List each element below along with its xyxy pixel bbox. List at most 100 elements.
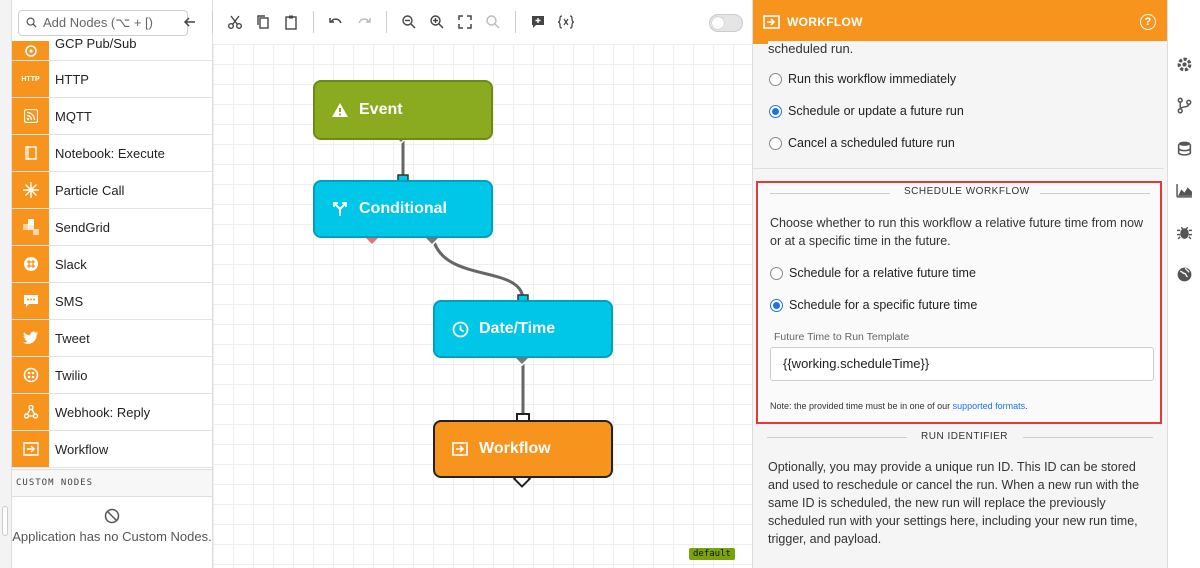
- section-title-line: [1023, 437, 1153, 438]
- panel-resize-handle[interactable]: [2, 506, 8, 536]
- undo-button[interactable]: [324, 10, 348, 34]
- node-palette-item[interactable]: HTTP HTTP: [12, 61, 212, 98]
- node-palette-item[interactable]: Webhook: Reply: [12, 394, 212, 431]
- radio-relative-time[interactable]: Schedule for a relative future time: [770, 266, 976, 280]
- schedule-section-title: SCHEDULE WORKFLOW: [894, 186, 1040, 197]
- node-palette-item-label: GCP Pub/Sub: [55, 36, 137, 51]
- zoom-out-button[interactable]: [397, 10, 421, 34]
- supported-formats-link[interactable]: supported formats: [953, 401, 1026, 411]
- comment-plus-icon: [532, 16, 544, 28]
- workflow-canvas[interactable]: Event Conditional Date/Time Workflow def…: [213, 44, 752, 568]
- zoom-reset-button[interactable]: [481, 10, 505, 34]
- workflow-node[interactable]: Workflow: [433, 420, 613, 478]
- zoom-in-button[interactable]: [425, 10, 449, 34]
- radio-button[interactable]: [769, 72, 782, 86]
- node-palette-item[interactable]: Twilio: [12, 357, 212, 394]
- radio-label: Schedule for a relative future time: [789, 266, 976, 280]
- radio-button[interactable]: [769, 104, 782, 118]
- clock-icon: [451, 320, 469, 338]
- add-nodes-search-input[interactable]: Add Nodes (⌥ + [): [18, 10, 188, 36]
- radio-schedule-future-run[interactable]: Schedule or update a future run: [769, 104, 964, 118]
- bug-icon[interactable]: [1176, 224, 1193, 241]
- radio-button[interactable]: [769, 136, 782, 150]
- variables-button[interactable]: [554, 10, 578, 34]
- paste-button[interactable]: [279, 10, 303, 34]
- event-node-label: Event: [359, 101, 403, 118]
- node-palette-item[interactable]: MQTT: [12, 98, 212, 135]
- custom-nodes-empty-text: Application has no Custom Nodes.: [12, 529, 212, 544]
- node-palette-sidebar: Add Nodes (⌥ + [) GCP Pub/Sub HTTP HTTP MQT…: [12, 0, 213, 568]
- slack-icon: [12, 246, 49, 282]
- datetime-node-label: Date/Time: [479, 320, 556, 337]
- node-palette-item-label: HTTP: [55, 71, 89, 87]
- zoom-out-icon: [402, 15, 416, 29]
- panel-title: WORKFLOW: [787, 15, 863, 29]
- fit-view-button[interactable]: [453, 10, 477, 34]
- radio-button[interactable]: [770, 298, 783, 312]
- database-icon[interactable]: [1176, 140, 1193, 157]
- workflow-icon: [451, 440, 469, 458]
- section-divider: [753, 168, 1164, 169]
- add-comment-button[interactable]: [526, 10, 550, 34]
- event-node[interactable]: Event: [313, 80, 493, 140]
- node-palette-item-label: Slack: [55, 256, 87, 272]
- run-identifier-title: RUN IDENTIFIER: [911, 431, 1018, 442]
- toolbar-divider: [313, 11, 314, 33]
- node-config-panel: WORKFLOW ? scheduled run. Run this workf…: [752, 0, 1167, 568]
- note-text: Note: the provided time must be in one o…: [770, 401, 953, 411]
- node-palette-item[interactable]: GCP Pub/Sub: [12, 36, 212, 61]
- node-palette-item-label: Webhook: Reply: [55, 404, 151, 420]
- canvas-toggle-switch[interactable]: [709, 14, 743, 32]
- webhook-icon: [12, 394, 49, 430]
- intro-text-tail: scheduled run.: [768, 41, 1167, 56]
- custom-nodes-empty-message: Application has no Custom Nodes.: [12, 508, 212, 546]
- node-palette-item-label: MQTT: [55, 108, 92, 124]
- node-palette-item[interactable]: Tweet: [12, 320, 212, 357]
- workflow-node-label: Workflow: [479, 440, 551, 457]
- toolbar-divider: [212, 11, 213, 33]
- radio-button[interactable]: [770, 266, 783, 280]
- radio-specific-time[interactable]: Schedule for a specific future time: [770, 298, 977, 312]
- collapse-sidebar-button[interactable]: [178, 10, 202, 34]
- gear-icon[interactable]: [1176, 56, 1193, 73]
- node-palette-item[interactable]: Particle Call: [12, 172, 212, 209]
- future-time-template-input[interactable]: {{working.scheduleTime}}: [770, 347, 1154, 381]
- radio-run-immediately[interactable]: Run this workflow immediately: [769, 72, 956, 86]
- node-palette-item-label: Workflow: [55, 441, 109, 457]
- clipboard-icon: [285, 15, 297, 30]
- radio-cancel-future-run[interactable]: Cancel a scheduled future run: [769, 136, 955, 150]
- default-path-tag: default: [689, 548, 735, 560]
- http-icon: HTTP: [12, 61, 49, 97]
- node-palette-item[interactable]: Workflow: [12, 431, 212, 468]
- node-palette-item-label: Notebook: Execute: [55, 145, 165, 161]
- custom-nodes-heading: CUSTOM NODES: [12, 469, 212, 497]
- copy-button[interactable]: [251, 10, 275, 34]
- expand-icon: [458, 15, 472, 29]
- search-placeholder: Add Nodes (⌥ + [): [43, 15, 153, 30]
- future-time-field-label: Future Time to Run Template: [774, 331, 910, 343]
- undo-icon: [329, 18, 342, 24]
- redo-icon: [358, 18, 371, 24]
- radio-label: Schedule or update a future run: [788, 104, 964, 118]
- zoom-in-icon: [430, 15, 444, 29]
- conditional-node[interactable]: Conditional: [313, 180, 493, 238]
- datetime-node[interactable]: Date/Time: [433, 300, 613, 358]
- gcp-icon: [12, 41, 49, 60]
- node-palette-item[interactable]: Slack: [12, 246, 212, 283]
- area-chart-icon[interactable]: [1176, 182, 1193, 199]
- node-palette-item[interactable]: Notebook: Execute: [12, 135, 212, 172]
- sendgrid-icon: [12, 209, 49, 245]
- rss-icon: [12, 98, 49, 134]
- panel-header: WORKFLOW ?: [753, 0, 1167, 44]
- cut-button[interactable]: [223, 10, 247, 34]
- node-palette-item[interactable]: SendGrid: [12, 209, 212, 246]
- panel-scroll-area[interactable]: scheduled run. Run this workflow immedia…: [753, 41, 1167, 568]
- git-branch-icon[interactable]: [1176, 97, 1193, 114]
- redo-button[interactable]: [352, 10, 376, 34]
- globe-icon[interactable]: [1176, 266, 1193, 283]
- toolbar-divider: [515, 11, 516, 33]
- ban-icon: [104, 508, 120, 524]
- help-button[interactable]: ?: [1140, 14, 1156, 30]
- node-palette-item[interactable]: SMS: [12, 283, 212, 320]
- right-icon-bar: [1167, 0, 1200, 568]
